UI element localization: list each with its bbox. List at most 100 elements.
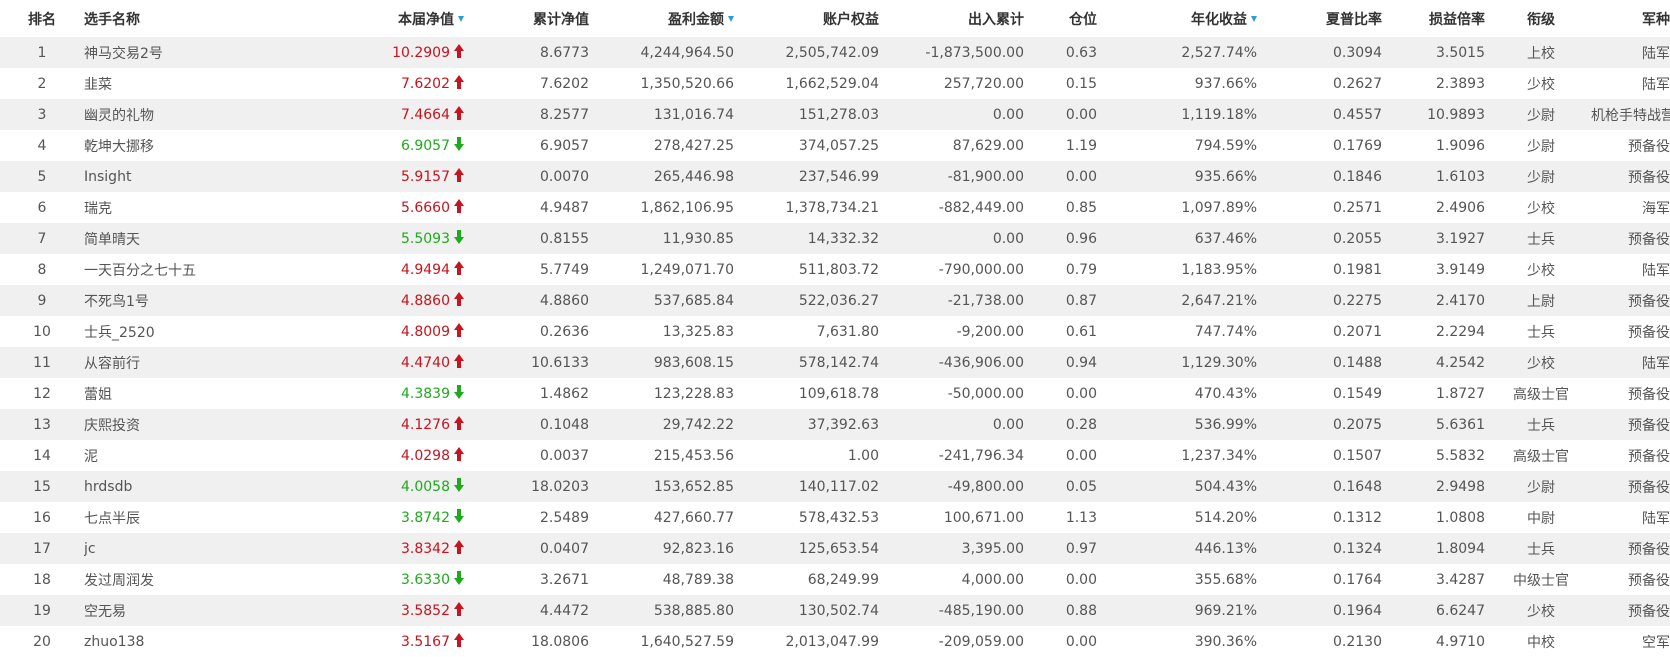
cell-value: 4,000.00 <box>961 571 1024 588</box>
cell-name[interactable]: zhuo138 <box>84 626 374 657</box>
cell-name[interactable]: 士兵_2520 <box>84 316 374 347</box>
cell-flow: 3,395.00 <box>885 533 1030 564</box>
cell-grade: 少校 <box>1491 68 1591 99</box>
cell-nav: 3.6330 <box>374 564 468 595</box>
cell-value: 427,660.77 <box>653 509 734 526</box>
cell-profit: 123,228.83 <box>595 378 740 409</box>
cell-value: 少尉 <box>1527 107 1555 124</box>
table-row[interactable]: 4 乾坤大挪移 6.9057 6.9057 278,427.25 374,057.25 87… <box>0 130 1670 161</box>
cell-branch: 陆军 <box>1591 347 1670 378</box>
cell-value: 陆军 <box>1642 45 1670 62</box>
cell-name[interactable]: 泥 <box>84 440 374 471</box>
cell-rank: 17 <box>0 533 84 564</box>
table-row[interactable]: 2 韭菜 7.6202 7.6202 1,350,520.66 1,662,529.04 2… <box>0 68 1670 99</box>
cell-nav: 4.8009 <box>374 316 468 347</box>
cell-value: 19 <box>33 602 51 619</box>
table-row[interactable]: 3 幽灵的礼物 7.4664 8.2577 131,016.74 151,278.03 0.… <box>0 99 1670 130</box>
cell-value: 预备役 <box>1628 603 1670 620</box>
cell-equity: 125,653.54 <box>740 533 885 564</box>
cell-value: 预备役 <box>1628 541 1670 558</box>
cell-value: 637.46% <box>1194 230 1257 247</box>
cell-value: 5 <box>37 168 47 185</box>
cell-value: 1,097.89% <box>1181 199 1257 216</box>
cell-name[interactable]: 乾坤大挪移 <box>84 130 374 161</box>
cell-position: 0.00 <box>1030 161 1103 192</box>
cell-profit: 11,930.85 <box>595 223 740 254</box>
cell-value: 100,671.00 <box>943 509 1024 526</box>
column-header-annual[interactable]: 年化收益 <box>1103 0 1263 37</box>
cell-value: 0.28 <box>1065 416 1097 433</box>
column-header-label: 排名 <box>28 11 56 28</box>
cell-name[interactable]: jc <box>84 533 374 564</box>
table-row[interactable]: 18 发过周润发 3.6330 3.2671 48,789.38 68,249.99 4,0… <box>0 564 1670 595</box>
cell-value: 海军 <box>1642 200 1670 217</box>
cell-name[interactable]: 韭菜 <box>84 68 374 99</box>
cell-pl-ratio: 1.8727 <box>1388 378 1491 409</box>
table-row[interactable]: 19 空无易 3.5852 4.4472 538,885.80 130,502.74 -48… <box>0 595 1670 626</box>
arrow-down-icon <box>454 137 464 151</box>
cell-position: 0.63 <box>1030 37 1103 68</box>
cell-name[interactable]: hrdsdb <box>84 471 374 502</box>
cell-value: 0.1324 <box>1333 540 1382 557</box>
cell-name[interactable]: 发过周润发 <box>84 564 374 595</box>
cell-name[interactable]: 瑞克 <box>84 192 374 223</box>
cell-equity: 1,378,734.21 <box>740 192 885 223</box>
table-row[interactable]: 14 泥 4.0298 0.0037 215,453.56 1.00 -241,796.34… <box>0 440 1670 471</box>
table-row[interactable]: 6 瑞克 5.6660 4.9487 1,862,106.95 1,378,734.21 -… <box>0 192 1670 223</box>
table-row[interactable]: 7 简单晴天 5.5093 0.8155 11,930.85 14,332.32 0.00 0… <box>0 223 1670 254</box>
sort-desc-icon[interactable] <box>1251 15 1257 22</box>
cell-sharpe: 0.1964 <box>1263 595 1388 626</box>
cell-annual: 794.59% <box>1103 130 1263 161</box>
cell-equity: 2,505,742.09 <box>740 37 885 68</box>
sort-desc-icon[interactable] <box>458 15 464 22</box>
cell-value: 不死鸟1号 <box>84 293 149 310</box>
cell-pl-ratio: 4.9710 <box>1388 626 1491 657</box>
table-row[interactable]: 10 士兵_2520 4.8009 0.2636 13,325.83 7,631.80 -9… <box>0 316 1670 347</box>
cell-nav: 3.8342 <box>374 533 468 564</box>
cell-name[interactable]: 不死鸟1号 <box>84 285 374 316</box>
cell-name[interactable]: 一天百分之七十五 <box>84 254 374 285</box>
column-header-profit[interactable]: 盈利金额 <box>595 0 740 37</box>
cell-name[interactable]: 简单晴天 <box>84 223 374 254</box>
cell-value: 5.6361 <box>1436 416 1485 433</box>
column-header-label: 衔级 <box>1527 11 1555 28</box>
table-row[interactable]: 12 蕾姐 4.3839 1.4862 123,228.83 109,618.78 -50,… <box>0 378 1670 409</box>
cell-name[interactable]: 庆熙投资 <box>84 409 374 440</box>
table-row[interactable]: 17 jc 3.8342 0.0407 92,823.16 125,653.54 3,395… <box>0 533 1670 564</box>
sort-desc-icon[interactable] <box>728 15 734 22</box>
column-header-nav[interactable]: 本届净值 <box>374 0 468 37</box>
cell-value: 泥 <box>84 448 98 465</box>
table-row[interactable]: 13 庆熙投资 4.1276 0.1048 29,742.22 37,392.63 0.00… <box>0 409 1670 440</box>
cell-sharpe: 0.4557 <box>1263 99 1388 130</box>
cell-name[interactable]: 从容前行 <box>84 347 374 378</box>
ranking-table: 排名 选手名称 本届净值 累计净值 盈利金额 账户权益 出入累计 仓位 年化收益 夏普比率 损益倍率… <box>0 0 1670 657</box>
cell-value: 578,142.74 <box>798 354 879 371</box>
cell-name[interactable]: 蕾姐 <box>84 378 374 409</box>
cell-name[interactable]: 空无易 <box>84 595 374 626</box>
cell-name[interactable]: 神马交易2号 <box>84 37 374 68</box>
table-row[interactable]: 5 Insight 5.9157 0.0070 265,446.98 237,546.99… <box>0 161 1670 192</box>
table-row[interactable]: 11 从容前行 4.4740 10.6133 983,608.15 578,142.74 -… <box>0 347 1670 378</box>
table-row[interactable]: 20 zhuo138 3.5167 18.0806 1,640,527.59 2,013,… <box>0 626 1670 657</box>
cell-grade: 士兵 <box>1491 316 1591 347</box>
table-row[interactable]: 16 七点半辰 3.8742 2.5489 427,660.77 578,432.53 10… <box>0 502 1670 533</box>
cell-value: 1,662,529.04 <box>785 75 879 92</box>
table-row[interactable]: 1 神马交易2号 10.2909 8.6773 4,244,964.50 2,505,74… <box>0 37 1670 68</box>
cell-nav: 3.8742 <box>374 502 468 533</box>
cell-profit: 1,640,527.59 <box>595 626 740 657</box>
cell-value: 48,789.38 <box>662 571 734 588</box>
cell-value: 乾坤大挪移 <box>84 138 154 155</box>
table-row[interactable]: 8 一天百分之七十五 4.9494 5.7749 1,249,071.70 511,803… <box>0 254 1670 285</box>
cell-value: 0.2636 <box>540 323 589 340</box>
cell-flow: -209,059.00 <box>885 626 1030 657</box>
cell-name[interactable]: Insight <box>84 161 374 192</box>
cell-value: 1,237.34% <box>1181 447 1257 464</box>
cell-value: 0.15 <box>1065 75 1097 92</box>
cell-name[interactable]: 幽灵的礼物 <box>84 99 374 130</box>
cell-name[interactable]: 七点半辰 <box>84 502 374 533</box>
cell-cum-nav: 1.4862 <box>468 378 595 409</box>
table-row[interactable]: 15 hrdsdb 4.0058 18.0203 153,652.85 140,117.0… <box>0 471 1670 502</box>
table-row[interactable]: 9 不死鸟1号 4.8860 4.8860 537,685.84 522,036.27 -2… <box>0 285 1670 316</box>
cell-position: 0.00 <box>1030 626 1103 657</box>
cell-value: 少尉 <box>1527 479 1555 496</box>
